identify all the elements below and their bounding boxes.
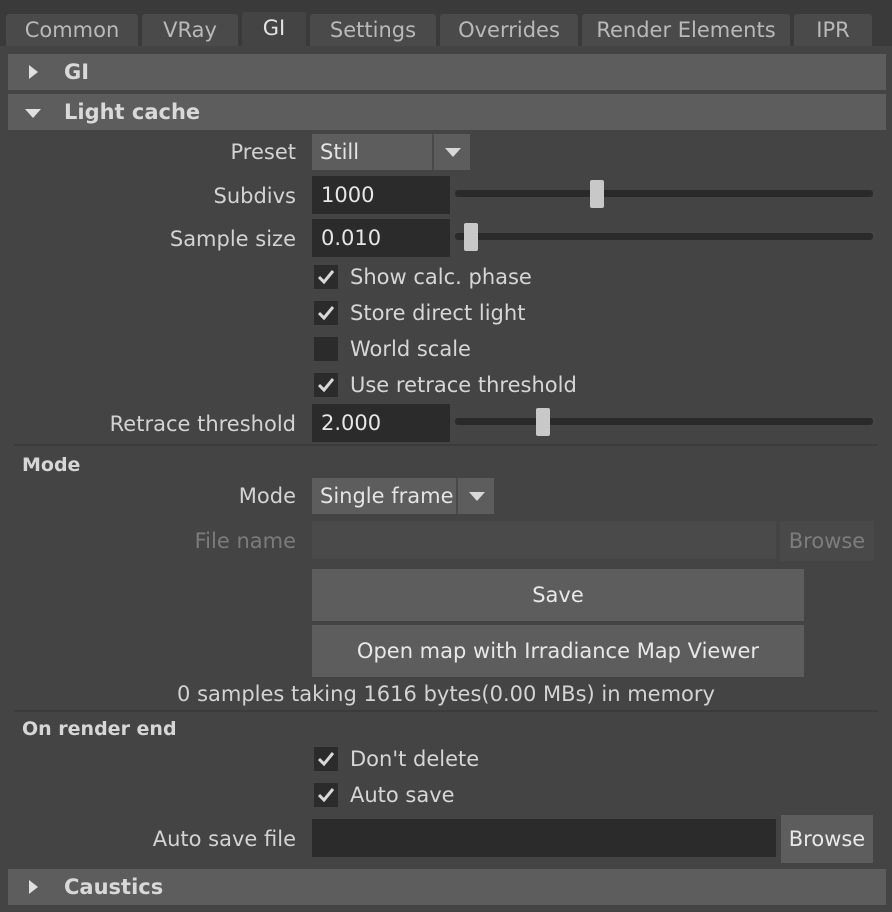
sample-size-label: Sample size [169, 227, 296, 251]
subdivs-label: Subdivs [213, 184, 296, 208]
auto-save-label: Auto save [350, 783, 455, 807]
tab-gi[interactable]: GI [242, 12, 306, 46]
preset-label: Preset [230, 140, 296, 164]
mode-value: Single frame [320, 484, 454, 508]
use-retrace-threshold-checkbox[interactable] [314, 373, 338, 397]
tab-settings[interactable]: Settings [310, 14, 436, 46]
retrace-threshold-slider-handle[interactable] [536, 408, 550, 436]
preset-dropdown[interactable]: Still [312, 134, 470, 170]
mode-section-title: Mode [22, 454, 81, 476]
sample-size-slider-handle[interactable] [464, 223, 478, 251]
checkmark-icon [317, 306, 335, 321]
open-irradiance-map-viewer-button[interactable]: Open map with Irradiance Map Viewer [312, 625, 804, 677]
tab-vray[interactable]: VRay [142, 14, 238, 46]
dont-delete-label: Don't delete [350, 747, 480, 771]
dont-delete-checkbox[interactable] [314, 747, 338, 771]
tab-common[interactable]: Common [6, 14, 138, 46]
checkmark-icon [317, 378, 335, 393]
dropdown-arrow-box [432, 134, 470, 170]
caustics-frame-title: Caustics [64, 875, 164, 899]
file-name-input[interactable] [312, 521, 776, 559]
expand-arrow-icon [29, 65, 38, 79]
collapse-arrow-icon [25, 109, 41, 118]
tab-overrides[interactable]: Overrides [440, 14, 578, 46]
section-divider [14, 710, 878, 712]
mode-dropdown[interactable]: Single frame [312, 478, 494, 514]
section-divider [14, 444, 878, 446]
chevron-down-icon [469, 492, 485, 501]
auto-save-checkbox[interactable] [314, 783, 338, 807]
light-cache-frame-header[interactable]: Light cache [8, 94, 886, 130]
show-calc-phase-checkbox[interactable] [314, 265, 338, 289]
dropdown-arrow-box [456, 478, 494, 514]
mode-label: Mode [238, 484, 296, 508]
on-render-end-section-title: On render end [22, 718, 177, 740]
store-direct-light-label: Store direct light [350, 301, 526, 325]
sample-size-field[interactable]: 0.010 [312, 219, 450, 257]
file-name-label: File name [194, 529, 296, 553]
show-calc-phase-label: Show calc. phase [350, 265, 532, 289]
tab-render-elements[interactable]: Render Elements [582, 14, 790, 46]
store-direct-light-checkbox[interactable] [314, 301, 338, 325]
subdivs-field[interactable]: 1000 [312, 176, 450, 214]
light-cache-frame-title: Light cache [64, 100, 201, 124]
memory-info-text: 0 samples taking 1616 bytes(0.00 MBs) in… [177, 682, 715, 706]
checkmark-icon [317, 752, 335, 767]
checkmark-icon [317, 270, 335, 285]
retrace-threshold-slider-track[interactable] [455, 418, 873, 425]
subdivs-slider-track[interactable] [455, 190, 873, 197]
save-button[interactable]: Save [312, 569, 804, 621]
retrace-threshold-field[interactable]: 2.000 [312, 404, 450, 442]
sample-size-slider-track[interactable] [455, 233, 873, 240]
tab-ipr[interactable]: IPR [794, 14, 872, 46]
file-name-browse-button[interactable]: Browse [780, 521, 874, 561]
world-scale-checkbox[interactable] [314, 337, 338, 361]
use-retrace-threshold-label: Use retrace threshold [350, 373, 577, 397]
tab-bar: Common VRay GI Settings Overrides Render… [0, 0, 892, 46]
auto-save-file-input[interactable] [312, 819, 776, 857]
subdivs-slider-handle[interactable] [590, 180, 604, 208]
retrace-threshold-label: Retrace threshold [109, 412, 296, 436]
world-scale-label: World scale [350, 337, 471, 361]
preset-value: Still [320, 140, 360, 164]
chevron-down-icon [445, 148, 461, 157]
auto-save-file-label: Auto save file [152, 827, 296, 851]
auto-save-browse-button[interactable]: Browse [781, 815, 873, 863]
gi-frame-title: GI [64, 60, 90, 84]
expand-arrow-icon [29, 880, 38, 894]
gi-frame-header[interactable]: GI [8, 54, 886, 90]
caustics-frame-header[interactable]: Caustics [8, 869, 886, 905]
checkmark-icon [317, 788, 335, 803]
